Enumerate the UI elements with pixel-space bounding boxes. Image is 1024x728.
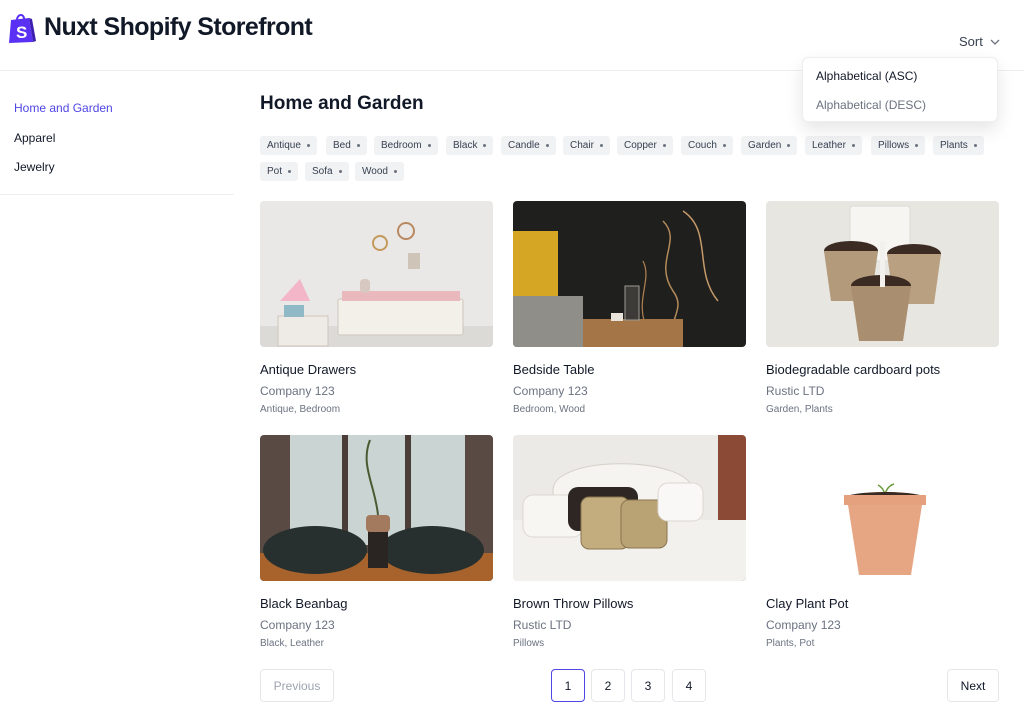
product-card[interactable]: Biodegradable cardboard pots Rustic LTD …	[766, 201, 999, 415]
previous-page-button[interactable]: Previous	[260, 669, 334, 702]
tag-chip[interactable]: Chair	[563, 136, 610, 155]
page-button-2[interactable]: 2	[591, 669, 625, 702]
tag-dot-icon	[973, 144, 977, 147]
sidebar: Home and Garden Apparel Jewelry	[0, 71, 234, 195]
tag-chip[interactable]: Pot	[260, 162, 299, 181]
product-tags: Black, Leather	[260, 638, 324, 649]
tag-chip[interactable]: Pillows	[871, 136, 926, 155]
tag-chip[interactable]: Couch	[681, 136, 733, 155]
product-title[interactable]: Biodegradable cardboard pots	[766, 362, 940, 377]
product-tags: Bedroom, Wood	[513, 404, 586, 415]
product-image-antique-drawers[interactable]	[260, 201, 493, 347]
tag-dot-icon	[483, 144, 487, 147]
page-title: Home and Garden	[260, 93, 424, 114]
brand-title[interactable]: Nuxt Shopify Storefront	[44, 13, 313, 42]
tag-label: Garden	[748, 140, 782, 151]
product-tags: Garden, Plants	[766, 404, 833, 415]
tag-label: Bed	[333, 140, 351, 151]
sort-button[interactable]: Sort	[959, 34, 1001, 49]
product-tags: Antique, Bedroom	[260, 404, 341, 415]
product-title[interactable]: Antique Drawers	[260, 362, 356, 377]
tag-dot-icon	[599, 144, 603, 147]
product-tags: Plants, Pot	[766, 638, 815, 649]
tag-dot-icon	[662, 144, 666, 147]
svg-text:S: S	[16, 23, 27, 42]
tag-chip[interactable]: Black	[446, 136, 494, 155]
tag-dot-icon	[545, 144, 549, 147]
tag-chip[interactable]: Bed	[326, 136, 367, 155]
tag-label: Bedroom	[381, 140, 422, 151]
product-vendor: Company 123	[766, 618, 841, 632]
sidebar-item-jewelry[interactable]: Jewelry	[14, 160, 55, 174]
tag-chip[interactable]: Copper	[617, 136, 673, 155]
tag-dot-icon	[787, 144, 791, 147]
product-card[interactable]: Clay Plant Pot Company 123 Plants, Pot	[766, 435, 999, 649]
product-image-biodegradable-cardboard-pots[interactable]	[766, 201, 999, 347]
tag-chip[interactable]: Plants	[933, 136, 984, 155]
page-button-1[interactable]: 1	[551, 669, 585, 702]
tag-label: Pillows	[878, 140, 910, 151]
product-vendor: Rustic LTD	[513, 618, 572, 632]
sort-option-desc[interactable]: Alphabetical (DESC)	[816, 98, 926, 112]
product-image-clay-plant-pot[interactable]	[766, 435, 999, 581]
sidebar-item-home-and-garden[interactable]: Home and Garden	[14, 101, 113, 115]
tag-label: Plants	[940, 140, 968, 151]
product-title[interactable]: Brown Throw Pillows	[513, 596, 633, 611]
page-button-3[interactable]: 3	[631, 669, 665, 702]
page-button-4[interactable]: 4	[672, 669, 706, 702]
tag-dot-icon	[288, 170, 292, 173]
product-card[interactable]: Bedside Table Company 123 Bedroom, Wood	[513, 201, 746, 415]
sort-dropdown-menu: Alphabetical (ASC) Alphabetical (DESC)	[802, 57, 998, 122]
tag-label: Chair	[570, 140, 594, 151]
product-vendor: Rustic LTD	[766, 384, 825, 398]
tag-label: Couch	[688, 140, 717, 151]
product-tags: Pillows	[513, 638, 545, 649]
tag-chip[interactable]: Leather	[805, 136, 862, 155]
tag-chip[interactable]: Garden	[741, 136, 798, 155]
tag-chip[interactable]: Candle	[501, 136, 556, 155]
tag-dot-icon	[393, 170, 397, 173]
tag-label: Leather	[812, 140, 846, 151]
sidebar-item-apparel[interactable]: Apparel	[14, 131, 55, 145]
tag-chip[interactable]: Antique	[260, 136, 317, 155]
chevron-down-icon	[990, 39, 1000, 45]
tag-label: Antique	[267, 140, 301, 151]
tag-dot-icon	[915, 144, 919, 147]
tag-chip[interactable]: Bedroom	[374, 136, 438, 155]
tag-label: Pot	[267, 166, 283, 177]
product-vendor: Company 123	[260, 618, 335, 632]
product-title[interactable]: Clay Plant Pot	[766, 596, 848, 611]
product-image-black-beanbag[interactable]	[260, 435, 493, 581]
tag-label: Candle	[508, 140, 540, 151]
tag-chip[interactable]: Sofa	[305, 162, 349, 181]
tag-dot-icon	[356, 144, 360, 147]
product-vendor: Company 123	[260, 384, 335, 398]
product-card[interactable]: Antique Drawers Company 123 Antique, Bed…	[260, 201, 493, 415]
sort-label: Sort	[959, 34, 983, 49]
tag-dot-icon	[427, 144, 431, 147]
tag-dot-icon	[338, 170, 342, 173]
tag-dot-icon	[851, 144, 855, 147]
product-vendor: Company 123	[513, 384, 588, 398]
tag-dot-icon	[722, 144, 726, 147]
tag-label: Sofa	[312, 166, 333, 177]
product-image-brown-throw-pillows[interactable]	[513, 435, 746, 581]
tag-chip[interactable]: Wood	[355, 162, 404, 181]
shopify-bag-icon[interactable]: S	[7, 12, 36, 44]
product-image-bedside-table[interactable]	[513, 201, 746, 347]
tag-label: Black	[453, 140, 478, 151]
sort-option-asc[interactable]: Alphabetical (ASC)	[816, 69, 917, 83]
next-page-button[interactable]: Next	[947, 669, 999, 702]
product-title[interactable]: Black Beanbag	[260, 596, 347, 611]
tag-dot-icon	[306, 144, 310, 147]
product-title[interactable]: Bedside Table	[513, 362, 594, 377]
tag-label: Wood	[362, 166, 388, 177]
tag-label: Copper	[624, 140, 657, 151]
product-card[interactable]: Brown Throw Pillows Rustic LTD Pillows	[513, 435, 746, 649]
product-card[interactable]: Black Beanbag Company 123 Black, Leather	[260, 435, 493, 649]
